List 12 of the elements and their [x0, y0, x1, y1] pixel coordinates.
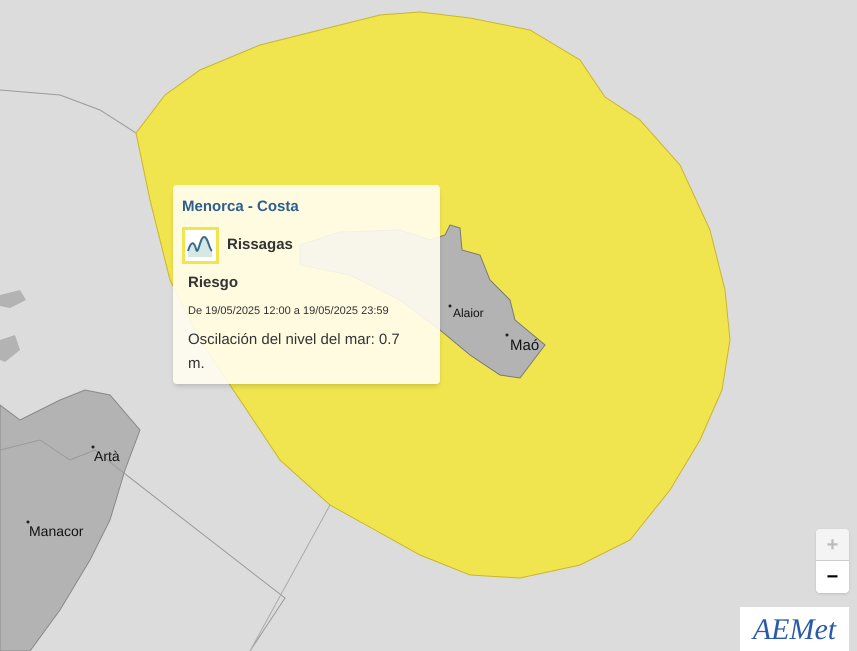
period-text: De 19/05/2025 12:00 a 19/05/2025 23:59	[188, 304, 390, 319]
place-label: Maó	[510, 336, 540, 356]
place-label: Manacor	[29, 522, 84, 541]
place-label: Alaior	[453, 305, 484, 322]
zone-title: Menorca - Costa	[182, 197, 300, 217]
place-label: Artà	[94, 447, 120, 466]
zoom-button[interactable]: −	[816, 561, 849, 593]
description-text: Oscilación del nivel del mar: 0.7 m.	[188, 330, 401, 374]
agency-logo: AEMet	[740, 607, 849, 651]
wave-icon	[182, 226, 219, 264]
phenomenon-label: Rissagas	[227, 234, 293, 255]
risk-heading: Riesgo	[188, 272, 240, 292]
